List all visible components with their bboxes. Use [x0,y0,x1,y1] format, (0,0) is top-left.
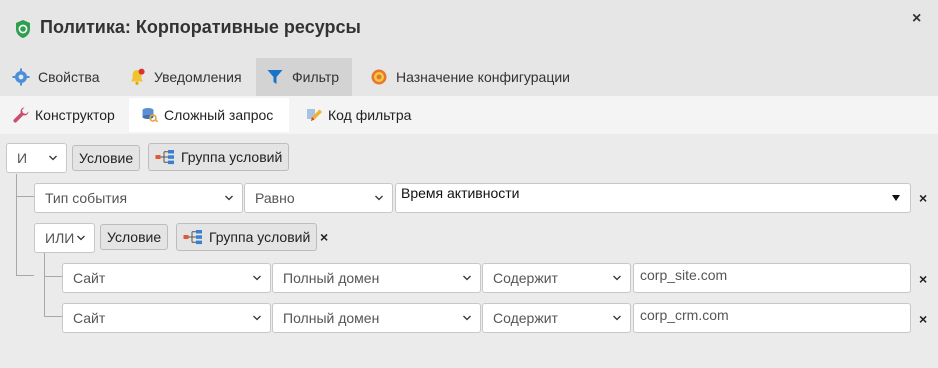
tab-filter[interactable]: Фильтр [256,58,352,96]
subtab-bar: Конструктор Сложный запрос Код фильтра [0,96,938,134]
subtab-constructor[interactable]: Конструктор [4,98,123,132]
group-operator-select[interactable]: ИЛИ [34,223,95,253]
chevron-down-icon [463,275,471,281]
group-row-field-select[interactable]: Сайт [62,263,271,293]
tab-config-assignment[interactable]: Назначение конфигурации [360,58,580,96]
add-condition-button[interactable]: Условие [72,145,141,171]
group-add-condition-button[interactable]: Условие [100,224,169,250]
root-operator-select[interactable]: И [6,143,67,173]
tree-connector [44,276,62,317]
close-button[interactable]: × [912,10,921,28]
group-row-operator-value: Содержит [493,270,558,286]
condition-operator-value: Равно [255,190,295,206]
subtab-complex-query[interactable]: Сложный запрос [129,98,289,132]
group-row-value-text: corp_site.com [640,267,728,283]
remove-condition-button[interactable]: × [919,190,927,206]
group-add-group-label: Группа условий [209,229,311,245]
chevron-down-icon [463,315,471,321]
remove-row-button[interactable]: × [919,311,927,327]
chevron-down-icon [253,275,261,281]
chevron-down-icon [613,275,621,281]
funnel-icon [267,70,283,84]
hierarchy-icon [155,150,174,165]
group-row-subfield-select[interactable]: Полный домен [272,263,481,293]
group-operator-value: ИЛИ [45,230,75,246]
subtab-filter-code[interactable]: Код фильтра [297,98,419,132]
group-row-subfield-value: Полный домен [283,270,380,286]
chevron-down-icon [253,315,261,321]
tab-label: Фильтр [292,69,340,85]
title-bar: Политика: Корпоративные ресурсы × [0,0,938,56]
tab-label: Свойства [38,69,100,85]
group-add-condition-label: Условие [107,229,162,245]
condition-field-select[interactable]: Тип события [34,183,243,213]
window-title: Политика: Корпоративные ресурсы [40,17,361,37]
chevron-down-icon [613,315,621,321]
chevron-down-icon [77,235,85,241]
group-row-subfield-select[interactable]: Полный домен [272,303,481,333]
chevron-down-icon [225,195,233,201]
query-icon [142,108,159,123]
gear-icon [12,68,30,86]
tab-label: Назначение конфигурации [396,69,570,85]
group-row-value-input[interactable]: corp_crm.com [633,303,911,333]
group-row-operator-select[interactable]: Содержит [482,303,631,333]
tree-connector [16,196,34,276]
group-row-value-text: corp_crm.com [640,307,729,323]
group-add-group-button[interactable]: Группа условий [176,223,318,251]
condition-value-text: Время активности [401,185,520,201]
condition-operator-select[interactable]: Равно [244,183,393,213]
target-icon [371,69,387,85]
group-row-field-value: Сайт [73,310,106,326]
bell-icon [131,68,145,85]
subtab-label: Код фильтра [328,107,412,123]
group-row-value-input[interactable]: corp_site.com [633,263,911,293]
dropdown-triangle-icon [892,195,900,201]
condition-value-dropdown[interactable]: Время активности [395,183,911,213]
remove-group-button[interactable]: × [320,229,328,245]
subtab-label: Сложный запрос [164,107,274,123]
tab-notifications[interactable]: Уведомления [118,58,252,96]
root-operator-value: И [17,150,28,166]
hierarchy-icon [183,230,202,245]
tab-properties[interactable]: Свойства [2,58,109,96]
remove-row-button[interactable]: × [919,271,927,287]
tab-label: Уведомления [154,69,242,85]
subtab-label: Конструктор [35,107,115,123]
chevron-down-icon [375,195,383,201]
tab-bar: Свойства Уведомления Фильтр Назначение к… [0,56,938,96]
add-group-label: Группа условий [181,149,283,165]
wrench-icon [13,107,29,123]
shield-icon [16,20,30,38]
add-condition-label: Условие [79,150,134,166]
group-row-operator-select[interactable]: Содержит [482,263,631,293]
tree-connector [44,253,62,277]
tree-connector [16,174,34,197]
chevron-down-icon [49,155,57,161]
group-row-subfield-value: Полный домен [283,310,380,326]
pencil-icon [307,109,322,121]
group-row-field-value: Сайт [73,270,106,286]
add-group-button[interactable]: Группа условий [148,143,290,171]
group-row-operator-value: Содержит [493,310,558,326]
condition-field-value: Тип события [45,190,128,206]
group-row-field-select[interactable]: Сайт [62,303,271,333]
